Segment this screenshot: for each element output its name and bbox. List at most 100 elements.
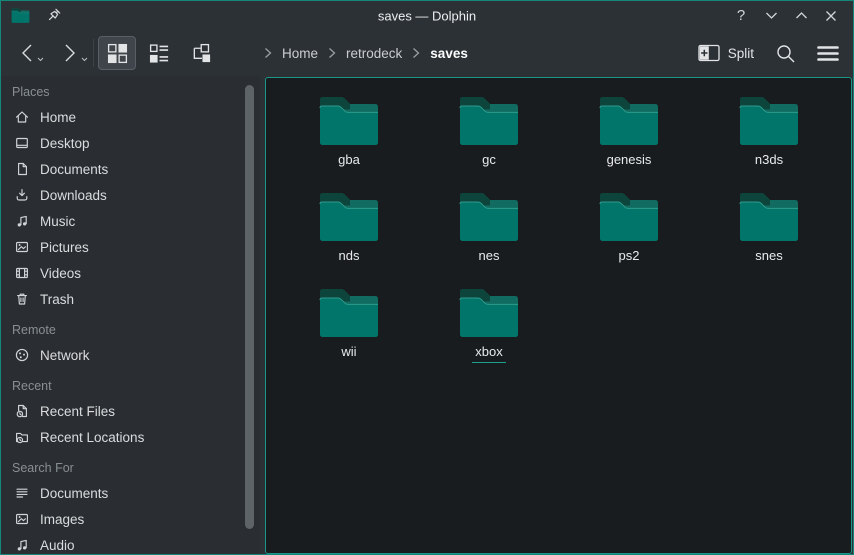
video-icon: [14, 265, 30, 281]
titlebar: saves — Dolphin ?: [1, 1, 853, 30]
sidebar-item-downloads[interactable]: Downloads: [1, 182, 260, 208]
sidebar-item-label: Music: [40, 214, 75, 229]
sidebar-item-label: Audio: [40, 538, 75, 553]
toolbar-separator: [93, 39, 94, 67]
sidebar-item-recent-locations[interactable]: Recent Locations: [1, 424, 260, 450]
breadcrumb-segment-saves[interactable]: saves: [430, 46, 468, 61]
desktop-icon: [14, 135, 30, 151]
document-icon: [14, 161, 30, 177]
folder-wii[interactable]: wii: [279, 280, 419, 376]
folder-ps2[interactable]: ps2: [559, 184, 699, 280]
breadcrumb-segment-retrodeck[interactable]: retrodeck: [346, 46, 402, 61]
sidebar-item-images[interactable]: Images: [1, 506, 260, 532]
section-header-recent: Recent: [1, 368, 260, 398]
folder-xbox[interactable]: xbox: [419, 280, 559, 376]
folder-label: nes: [476, 248, 503, 267]
folder-label: gc: [479, 152, 499, 171]
sidebar-item-desktop[interactable]: Desktop: [1, 130, 260, 156]
details-view-icon: [149, 43, 170, 64]
sidebar-item-pictures[interactable]: Pictures: [1, 234, 260, 260]
folder-snes[interactable]: snes: [699, 184, 839, 280]
sidebar-item-audio[interactable]: Audio: [1, 532, 260, 554]
close-button[interactable]: [819, 5, 843, 27]
folder-label: wii: [338, 344, 359, 363]
tree-view-icon: [191, 43, 212, 64]
split-view-icon: [698, 43, 720, 63]
folder-label: genesis: [604, 152, 655, 171]
split-button[interactable]: Split: [698, 43, 754, 63]
recent-locations-icon: [14, 429, 30, 445]
sidebar-item-music[interactable]: Music: [1, 208, 260, 234]
music-icon: [14, 537, 30, 553]
sidebar-item-recent-files[interactable]: Recent Files: [1, 398, 260, 424]
forward-history-caret-icon[interactable]: [81, 49, 88, 67]
breadcrumb-chevron-icon: [264, 47, 272, 59]
image-icon: [14, 239, 30, 255]
folder-view[interactable]: gba gc genesis n3ds nds nes ps2 snes: [265, 77, 852, 554]
download-icon: [14, 187, 30, 203]
folder-icon: [318, 88, 380, 149]
hamburger-menu-button[interactable]: [817, 45, 839, 62]
back-history-caret-icon[interactable]: [37, 49, 44, 67]
toolbar: Home retrodeck saves Split: [1, 30, 853, 76]
folder-label: ps2: [616, 248, 643, 267]
section-header-search-for: Search For: [1, 450, 260, 480]
dolphin-window: saves — Dolphin ?: [0, 0, 854, 555]
folder-label: snes: [752, 248, 785, 267]
back-button[interactable]: [15, 41, 37, 65]
folder-icon: [738, 184, 800, 245]
sidebar-item-videos[interactable]: Videos: [1, 260, 260, 286]
icons-view-button[interactable]: [98, 36, 136, 70]
sidebar-item-home[interactable]: Home: [1, 104, 260, 130]
folder-n3ds[interactable]: n3ds: [699, 88, 839, 184]
pin-icon[interactable]: [45, 7, 62, 24]
sidebar-item-label: Videos: [40, 266, 81, 281]
breadcrumb-segment-home[interactable]: Home: [282, 46, 318, 61]
details-view-button[interactable]: [140, 36, 178, 70]
trash-icon: [14, 291, 30, 307]
folder-icon: [458, 280, 520, 341]
maximize-button[interactable]: [789, 5, 813, 27]
folder-icon: [458, 88, 520, 149]
folder-genesis[interactable]: genesis: [559, 88, 699, 184]
sidebar-item-label: Documents: [40, 486, 108, 501]
sidebar-item-documents[interactable]: Documents: [1, 480, 260, 506]
folder-label: xbox: [472, 344, 505, 363]
folder-icon: [598, 88, 660, 149]
minimize-button[interactable]: [759, 5, 783, 27]
split-button-label: Split: [728, 46, 754, 61]
section-header-places: Places: [1, 83, 260, 104]
tree-view-button[interactable]: [182, 36, 220, 70]
section-header-remote: Remote: [1, 312, 260, 342]
breadcrumb: Home retrodeck saves: [264, 30, 468, 76]
sidebar-scrollbar[interactable]: [245, 85, 254, 529]
sidebar-item-label: Recent Files: [40, 404, 115, 419]
folder-icon: [598, 184, 660, 245]
app-folder-icon: [11, 7, 30, 24]
network-icon: [14, 347, 30, 363]
sidebar-item-trash[interactable]: Trash: [1, 286, 260, 312]
forward-button[interactable]: [59, 41, 81, 65]
sidebar-item-label: Trash: [40, 292, 74, 307]
sidebar-item-documents[interactable]: Documents: [1, 156, 260, 182]
sidebar-item-label: Recent Locations: [40, 430, 144, 445]
folder-gba[interactable]: gba: [279, 88, 419, 184]
folder-icon: [318, 280, 380, 341]
folder-nds[interactable]: nds: [279, 184, 419, 280]
folder-label: n3ds: [752, 152, 786, 171]
help-button[interactable]: ?: [729, 5, 753, 27]
sidebar-item-label: Pictures: [40, 240, 89, 255]
folder-icon: [738, 88, 800, 149]
sidebar-item-label: Home: [40, 110, 76, 125]
home-icon: [14, 109, 30, 125]
recent-files-icon: [14, 403, 30, 419]
music-icon: [14, 213, 30, 229]
sidebar-item-network[interactable]: Network: [1, 342, 260, 368]
text-lines-icon: [14, 485, 30, 501]
folder-nes[interactable]: nes: [419, 184, 559, 280]
sidebar-item-label: Desktop: [40, 136, 90, 151]
folder-gc[interactable]: gc: [419, 88, 559, 184]
breadcrumb-chevron-icon: [412, 47, 420, 59]
sidebar-item-label: Documents: [40, 162, 108, 177]
search-button[interactable]: [775, 43, 796, 64]
